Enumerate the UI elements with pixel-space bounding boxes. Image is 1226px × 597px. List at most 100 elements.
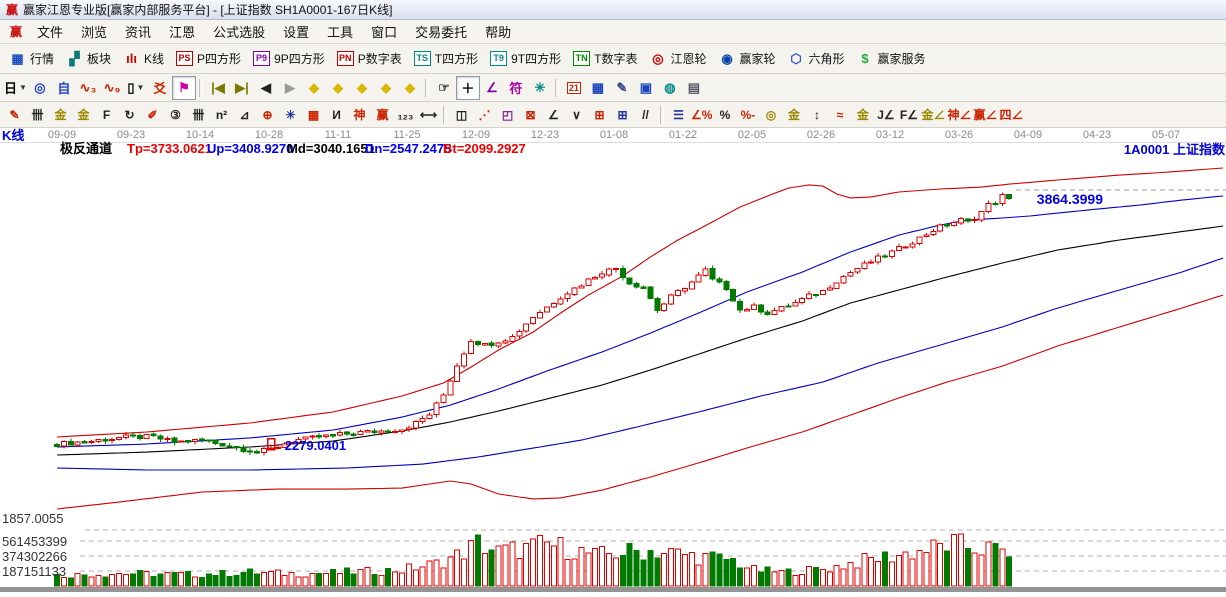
candle[interactable] bbox=[951, 221, 957, 227]
updown-pen-icon[interactable]: ↕ bbox=[805, 104, 828, 126]
wave-percent-icon[interactable]: ≈ bbox=[828, 104, 851, 126]
candle[interactable] bbox=[585, 278, 592, 286]
candle[interactable] bbox=[412, 421, 419, 429]
candle[interactable] bbox=[916, 236, 923, 245]
candle[interactable] bbox=[640, 286, 647, 289]
candle[interactable] bbox=[537, 312, 543, 319]
volume-bar[interactable] bbox=[916, 550, 923, 587]
candle[interactable] bbox=[888, 250, 895, 257]
candle[interactable] bbox=[109, 438, 116, 442]
menu-item-6[interactable]: 工具 bbox=[318, 20, 362, 43]
n-squared-icon[interactable]: n² bbox=[210, 104, 233, 126]
candle[interactable] bbox=[571, 287, 578, 295]
volume-bar[interactable] bbox=[1006, 556, 1013, 587]
candle[interactable] bbox=[854, 268, 861, 273]
ma9-icon[interactable]: ∿₉ bbox=[100, 76, 124, 100]
candle[interactable] bbox=[999, 194, 1006, 204]
candle[interactable] bbox=[695, 274, 702, 283]
volume-bar[interactable] bbox=[730, 557, 737, 587]
overlay-icon[interactable]: 爻 bbox=[148, 76, 172, 100]
volume-bar[interactable] bbox=[412, 569, 419, 587]
volume-bar[interactable] bbox=[688, 551, 695, 587]
gold-angle-icon[interactable]: 金∠ bbox=[920, 104, 946, 126]
volume-bar[interactable] bbox=[495, 545, 502, 587]
menu-item-0[interactable]: 文件 bbox=[28, 20, 72, 43]
volume-bar[interactable] bbox=[875, 561, 882, 587]
candle[interactable] bbox=[606, 268, 612, 276]
compress-horizontal-icon[interactable]: ◆ bbox=[374, 76, 398, 100]
menu-item-9[interactable]: 帮助 bbox=[476, 20, 520, 43]
candle[interactable] bbox=[392, 430, 399, 434]
volume-bar[interactable] bbox=[336, 572, 343, 587]
zones-icon[interactable]: ◎ bbox=[28, 76, 52, 100]
angle-measure-icon[interactable]: ∠ bbox=[480, 76, 504, 100]
volume-bar[interactable] bbox=[585, 552, 592, 587]
volume-bar[interactable] bbox=[799, 574, 806, 587]
candle[interactable] bbox=[157, 435, 164, 440]
candle[interactable] bbox=[709, 268, 716, 280]
volume-bar[interactable] bbox=[378, 574, 385, 587]
volume-bar[interactable] bbox=[392, 571, 399, 587]
shen-angle-icon[interactable]: 神∠ bbox=[946, 104, 972, 126]
gold-comb2-icon[interactable]: 金 bbox=[72, 104, 95, 126]
volume-bar[interactable] bbox=[309, 573, 316, 587]
volume-bar[interactable] bbox=[240, 572, 247, 587]
menu-item-3[interactable]: 江恩 bbox=[160, 20, 204, 43]
mind-map-icon[interactable]: ✳ bbox=[528, 76, 552, 100]
menu-item-5[interactable]: 设置 bbox=[274, 20, 318, 43]
volume-bar[interactable] bbox=[488, 549, 495, 587]
candle[interactable] bbox=[557, 298, 564, 305]
candle[interactable] bbox=[661, 303, 668, 311]
candle[interactable] bbox=[771, 310, 778, 315]
calculator-icon[interactable]: ▦ bbox=[586, 76, 610, 100]
percent-icon[interactable]: % bbox=[713, 104, 736, 126]
candle[interactable] bbox=[433, 402, 440, 415]
candle[interactable] bbox=[799, 298, 806, 304]
candle[interactable] bbox=[405, 427, 412, 431]
volume-bar[interactable] bbox=[944, 550, 951, 587]
menu-item-4[interactable]: 公式选股 bbox=[204, 20, 274, 43]
volume-bar[interactable] bbox=[288, 572, 295, 587]
volume-bar[interactable] bbox=[226, 575, 233, 587]
gann-wheel-button[interactable]: ◎ 江恩轮 bbox=[643, 47, 712, 70]
volume-bar[interactable] bbox=[599, 545, 606, 587]
expand-horizontal-icon[interactable]: ◆ bbox=[350, 76, 374, 100]
candle[interactable] bbox=[957, 218, 964, 224]
volume-bar[interactable] bbox=[136, 569, 143, 587]
candle[interactable] bbox=[178, 440, 185, 443]
candle[interactable] bbox=[440, 394, 447, 404]
candle[interactable] bbox=[813, 293, 819, 297]
volume-bar[interactable] bbox=[523, 542, 530, 587]
candle[interactable] bbox=[675, 290, 681, 296]
volume-bar[interactable] bbox=[840, 568, 847, 587]
candle[interactable] bbox=[716, 278, 723, 283]
candle[interactable] bbox=[909, 243, 916, 248]
candle[interactable] bbox=[60, 440, 67, 447]
candle[interactable] bbox=[764, 311, 771, 316]
angle-ruler-icon[interactable]: ⊿ bbox=[233, 104, 256, 126]
candle[interactable] bbox=[330, 434, 336, 437]
candle[interactable] bbox=[654, 297, 661, 312]
box-frame-icon[interactable]: ◫ bbox=[450, 104, 473, 126]
candle[interactable] bbox=[323, 434, 330, 438]
price-levels-icon[interactable]: ☰ bbox=[667, 104, 690, 126]
volume-bar[interactable] bbox=[909, 558, 916, 587]
candle[interactable] bbox=[681, 288, 688, 292]
winner-wheel-button[interactable]: ◉ 赢家轮 bbox=[712, 47, 781, 70]
quotes-button[interactable]: ▦ 行情 bbox=[3, 47, 60, 70]
candle[interactable] bbox=[336, 432, 343, 436]
period-daily-dropdown[interactable]: 日 ▼ bbox=[3, 76, 28, 100]
candle[interactable] bbox=[233, 445, 240, 449]
candle[interactable] bbox=[861, 262, 868, 270]
volume-bar[interactable] bbox=[930, 539, 937, 587]
candle[interactable] bbox=[385, 430, 392, 433]
candle[interactable] bbox=[150, 433, 157, 436]
volume-bar[interactable] bbox=[612, 557, 619, 587]
first-page-button[interactable]: |◀ bbox=[206, 76, 230, 100]
volume-bar[interactable] bbox=[826, 571, 833, 587]
candle[interactable] bbox=[778, 305, 785, 312]
volume-bar[interactable] bbox=[330, 568, 336, 587]
radial-star-icon[interactable]: ✳ bbox=[279, 104, 302, 126]
candle[interactable] bbox=[371, 430, 378, 434]
hexagon-button[interactable]: ⬡ 六角形 bbox=[782, 47, 851, 70]
